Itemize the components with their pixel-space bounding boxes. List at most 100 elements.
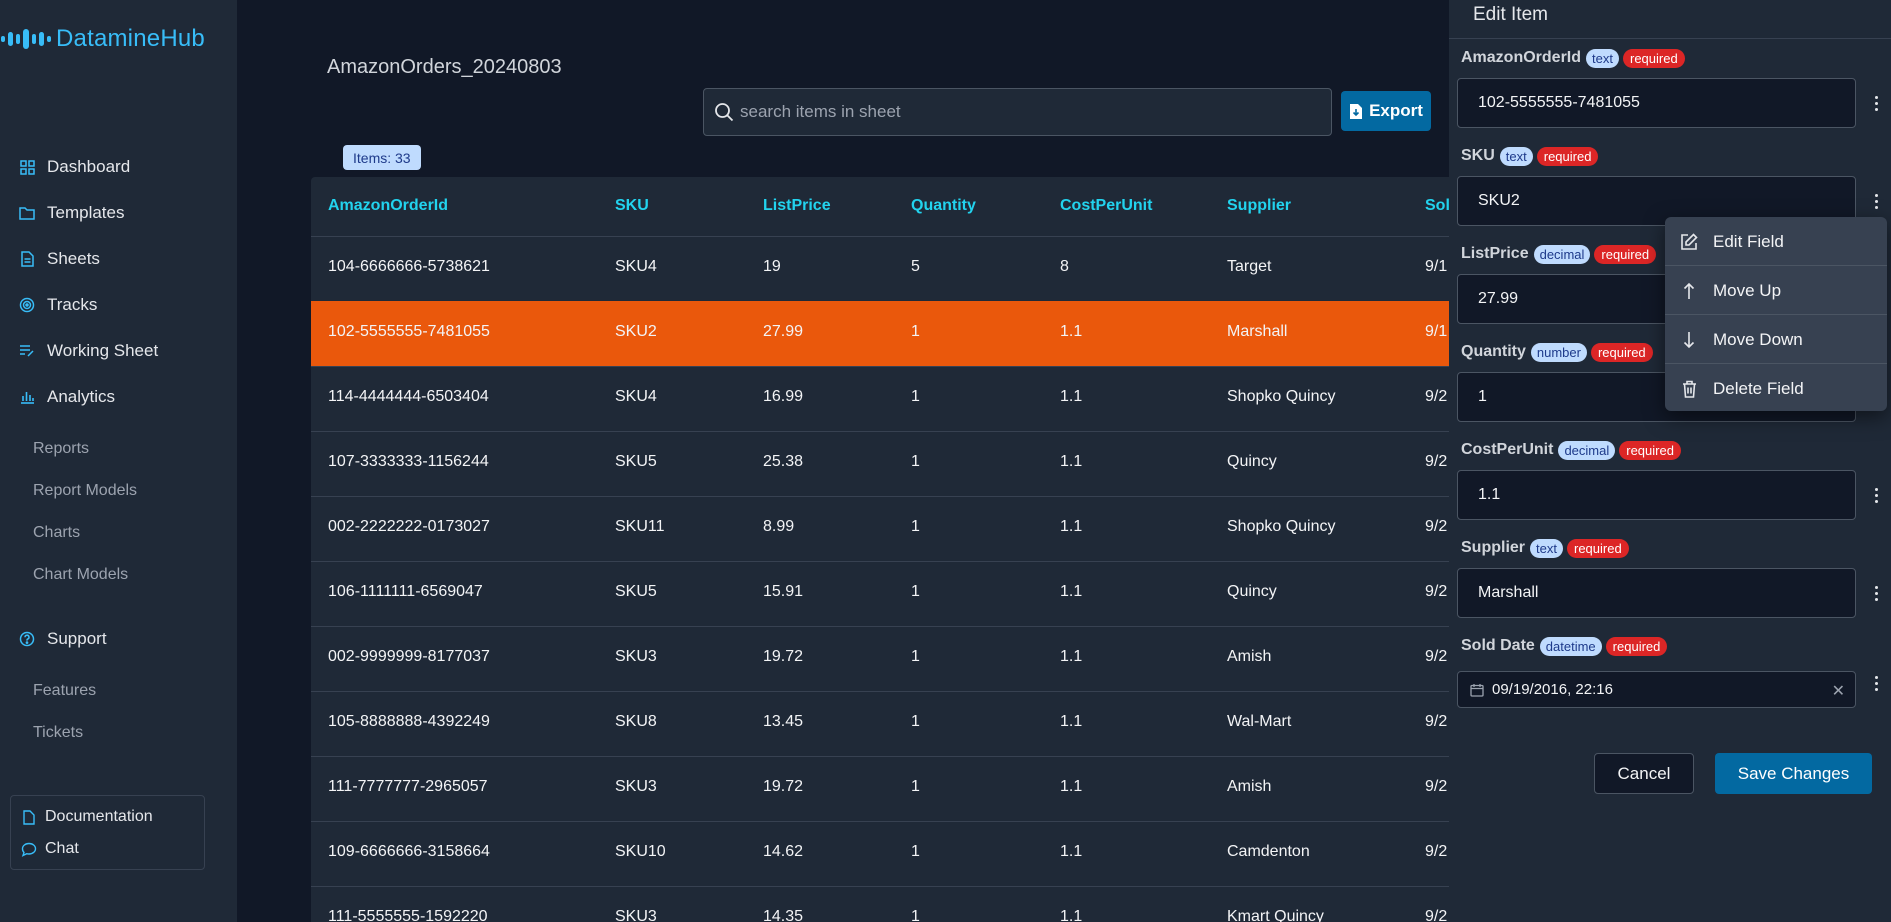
table-cell: 13.45 [763, 713, 804, 730]
table-cell: Quincy [1227, 453, 1277, 470]
table-row[interactable]: 002-2222222-0173027 SKU11 8.99 1 1.1 Shopko Q… [311, 496, 1449, 561]
field-input[interactable]: 1.1 [1457, 470, 1856, 520]
field-context-menu: Edit Field Move Up Move Down Delete Fiel… [1665, 217, 1887, 411]
logo-wave-icon [1, 29, 51, 49]
list-edit-icon [19, 343, 35, 359]
field-type-badge: text [1499, 146, 1533, 166]
table-row[interactable]: 102-5555555-7481055 SKU2 27.99 1 1.1 Marshall… [311, 301, 1449, 366]
nav-chart-models[interactable]: Chart Models [33, 561, 128, 589]
table-row[interactable]: 114-4444444-6503404 SKU4 16.99 1 1.1 Shopko Q… [311, 366, 1449, 431]
field-menu-button[interactable] [1869, 189, 1883, 213]
table-cell: 9/2 [1425, 453, 1448, 470]
nav-tracks[interactable]: Tracks [19, 289, 97, 321]
table-row[interactable]: 109-6666666-3158664 SKU10 14.62 1 1.1 Camdent… [311, 821, 1449, 886]
table-cell: 9/2 [1425, 778, 1448, 795]
save-changes-button[interactable]: Save Changes [1715, 753, 1872, 794]
arrow-up-icon [1679, 282, 1699, 300]
nav-report-models[interactable]: Report Models [33, 477, 137, 505]
nav-label: Working Sheet [47, 341, 159, 360]
required-badge: required [1594, 244, 1657, 264]
calendar-icon [1470, 683, 1484, 697]
column-header[interactable]: SKU [615, 197, 649, 215]
column-header[interactable]: AmazonOrderId [328, 197, 448, 215]
field-label: CostPerUnit decimal required [1461, 438, 1681, 462]
table-row[interactable]: 105-8888888-4392249 SKU8 13.45 1 1.1 Wal-Mart… [311, 691, 1449, 756]
search-input[interactable] [740, 102, 1300, 122]
menu-move-down[interactable]: Move Down [1665, 315, 1887, 364]
table-cell: 8 [1060, 258, 1069, 275]
table-row[interactable]: 107-3333333-1156244 SKU5 25.38 1 1.1 Quincy 9/… [311, 431, 1449, 496]
table-cell: 1 [911, 518, 920, 535]
table-cell: 107-3333333-1156244 [328, 453, 489, 470]
column-header[interactable]: Quantity [911, 197, 976, 215]
documentation-link[interactable]: Documentation [21, 804, 153, 830]
download-file-icon [1349, 103, 1363, 120]
logo[interactable]: DatamineHub [0, 22, 205, 56]
field-label: Sold Date datetime required [1461, 634, 1668, 658]
menu-move-up[interactable]: Move Up [1665, 266, 1887, 315]
sold-date-picker[interactable]: 09/19/2016, 22:16 ✕ [1457, 671, 1856, 708]
field-input[interactable]: Marshall [1457, 568, 1856, 618]
export-button[interactable]: Export [1341, 91, 1431, 131]
menu-label: Delete Field [1713, 378, 1804, 398]
table-row[interactable]: 104-6666666-5738621 SKU4 19 5 8 Target 9/1 [311, 236, 1449, 301]
nav-sheets[interactable]: Sheets [19, 243, 100, 275]
table-cell: 14.62 [763, 843, 804, 860]
table-cell: 1 [911, 323, 920, 340]
table-cell: SKU4 [615, 388, 657, 405]
field-label: AmazonOrderId text required [1461, 46, 1685, 70]
table-row[interactable]: 106-1111111-6569047 SKU5 15.91 1 1.1 Quincy 9/… [311, 561, 1449, 626]
field-menu-button[interactable] [1869, 671, 1883, 695]
nav-analytics[interactable]: Analytics [19, 381, 115, 413]
field-menu-button[interactable] [1869, 91, 1883, 115]
menu-edit-field[interactable]: Edit Field [1665, 217, 1887, 266]
nav-tickets[interactable]: Tickets [33, 719, 83, 747]
table-cell: Target [1227, 258, 1272, 275]
table-cell: 1 [911, 908, 920, 922]
column-header[interactable]: CostPerUnit [1060, 197, 1152, 215]
nav-working-sheet[interactable]: Working Sheet [19, 335, 158, 367]
required-badge: required [1622, 48, 1685, 68]
field-menu-button[interactable] [1869, 581, 1883, 605]
table-row[interactable]: 002-9999999-8177037 SKU3 19.72 1 1.1 Amish 9/2 [311, 626, 1449, 691]
items-count-badge: Items: 33 [343, 145, 421, 170]
table-cell: SKU8 [615, 713, 657, 730]
table-cell: SKU11 [615, 518, 665, 535]
nav-charts[interactable]: Charts [33, 519, 80, 547]
table-cell: 1.1 [1060, 648, 1083, 665]
table-row[interactable]: 111-7777777-2965057 SKU3 19.72 1 1.1 Amish 9/2 [311, 756, 1449, 821]
table-cell: 9/2 [1425, 583, 1448, 600]
field-label: Supplier text required [1461, 536, 1629, 560]
nav-features[interactable]: Features [33, 677, 96, 705]
nav-support[interactable]: Support [19, 623, 107, 655]
required-badge: required [1619, 440, 1681, 460]
table-cell: 111-5555555-1592220 [328, 908, 488, 922]
clear-icon[interactable]: ✕ [1832, 681, 1845, 701]
required-badge: required [1590, 342, 1653, 362]
target-icon [19, 297, 35, 313]
nav-reports[interactable]: Reports [33, 435, 89, 463]
table-row[interactable]: 111-5555555-1592220 SKU3 14.35 1 1.1 Kmart Qu… [311, 886, 1449, 922]
date-value: 09/19/2016, 22:16 [1492, 681, 1613, 698]
nav-dashboard[interactable]: Dashboard [19, 151, 130, 183]
menu-label: Move Up [1713, 280, 1782, 300]
table-cell: 111-7777777-2965057 [328, 778, 488, 795]
field-menu-button[interactable] [1869, 483, 1883, 507]
field-input[interactable]: 102-5555555-7481055 [1457, 78, 1856, 128]
help-links-box: Documentation Chat [10, 795, 205, 870]
chat-link[interactable]: Chat [21, 836, 79, 862]
table-cell: 1.1 [1060, 908, 1083, 922]
field-type-badge: number [1530, 342, 1587, 362]
nav-templates[interactable]: Templates [19, 197, 124, 229]
table-cell: 106-1111111-6569047 [328, 583, 483, 600]
table-cell: Kmart Quincy [1227, 908, 1324, 922]
column-header[interactable]: Sol [1425, 197, 1449, 215]
table-cell: 1 [911, 778, 920, 795]
cancel-button[interactable]: Cancel [1594, 753, 1694, 794]
menu-delete-field[interactable]: Delete Field [1665, 364, 1887, 411]
table-cell: 105-8888888-4392249 [328, 713, 490, 730]
folder-icon [19, 205, 35, 221]
search-box[interactable] [703, 88, 1332, 136]
column-header[interactable]: ListPrice [763, 197, 831, 215]
column-header[interactable]: Supplier [1227, 197, 1291, 215]
